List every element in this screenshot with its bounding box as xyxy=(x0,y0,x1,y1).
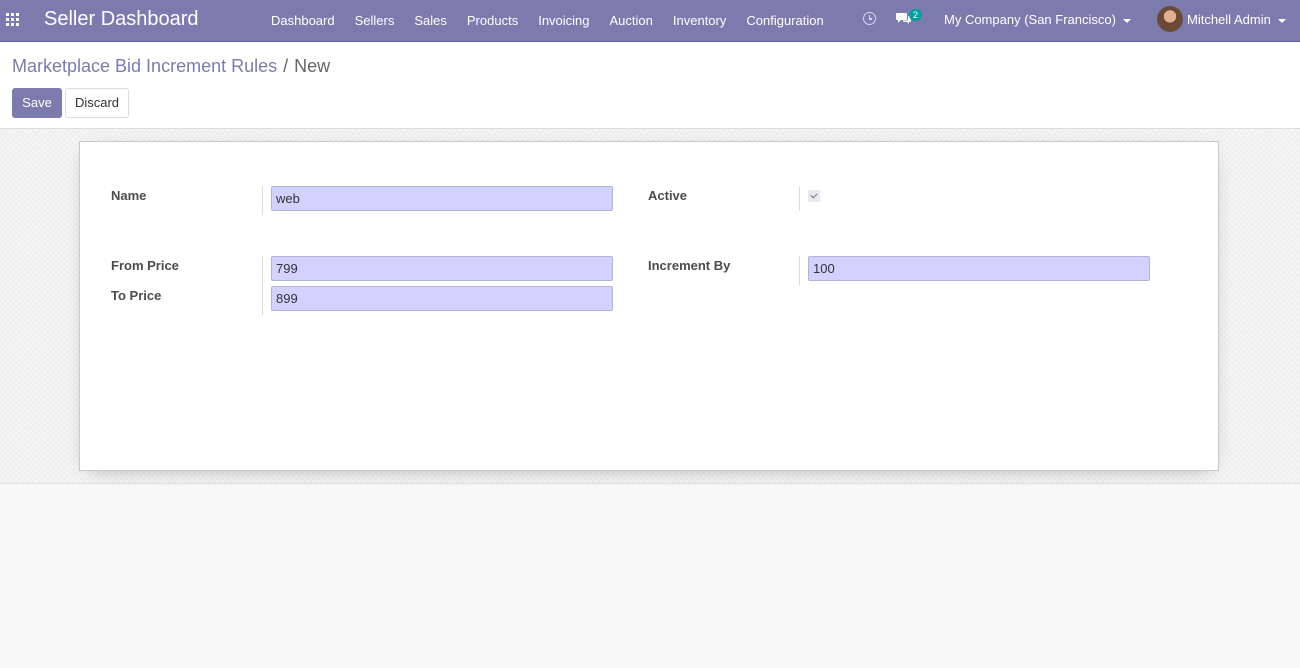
user-name: Mitchell Admin xyxy=(1187,12,1271,27)
breadcrumb-separator: / xyxy=(283,56,289,76)
save-button[interactable]: Save xyxy=(12,88,62,118)
menu-item-sales[interactable]: Sales xyxy=(404,0,457,42)
app-brand-title[interactable]: Seller Dashboard xyxy=(44,8,199,31)
breadcrumb-parent-link[interactable]: Marketplace Bid Increment Rules xyxy=(12,56,277,76)
avatar[interactable] xyxy=(1157,6,1183,32)
divider xyxy=(799,186,800,211)
to-price-label: To Price xyxy=(111,288,162,303)
chevron-down-icon xyxy=(1277,18,1286,23)
divider xyxy=(262,186,263,215)
menu-item-auction[interactable]: Auction xyxy=(600,0,663,42)
increment-by-label: Increment By xyxy=(648,258,731,273)
chevron-down-icon xyxy=(1122,18,1131,23)
to-price-field[interactable]: 899 xyxy=(271,286,613,311)
company-name: My Company (San Francisco) xyxy=(944,12,1116,27)
breadcrumb: Marketplace Bid Increment Rules / New xyxy=(12,56,330,77)
menu-item-inventory[interactable]: Inventory xyxy=(663,0,736,42)
breadcrumb-current: New xyxy=(294,56,331,76)
chat-count-badge: 2 xyxy=(909,9,923,21)
top-navbar: Seller Dashboard Dashboard Sellers Sales… xyxy=(0,0,1300,42)
discard-button[interactable]: Discard xyxy=(65,88,129,118)
active-label: Active xyxy=(648,188,688,203)
menu-item-dashboard[interactable]: Dashboard xyxy=(261,0,345,42)
from-price-label: From Price xyxy=(111,258,179,273)
divider xyxy=(799,256,800,286)
name-field[interactable]: web xyxy=(271,186,613,211)
control-panel: Marketplace Bid Increment Rules / New Save… xyxy=(0,42,1300,129)
menu-item-invoicing[interactable]: Invoicing xyxy=(528,0,599,42)
menu-item-sellers[interactable]: Sellers xyxy=(345,0,405,42)
user-menu[interactable]: Mitchell Admin xyxy=(1187,0,1286,40)
menu-item-products[interactable]: Products xyxy=(457,0,528,42)
activity-clock-icon[interactable] xyxy=(863,12,876,25)
from-price-field[interactable]: 799 xyxy=(271,256,613,281)
company-switcher[interactable]: My Company (San Francisco) xyxy=(944,0,1131,40)
menu-item-configuration[interactable]: Configuration xyxy=(736,0,833,42)
divider xyxy=(262,256,263,315)
increment-by-field[interactable]: 100 xyxy=(808,256,1150,281)
name-label: Name xyxy=(111,188,147,203)
apps-menu-icon[interactable] xyxy=(6,13,19,26)
active-checkbox[interactable] xyxy=(808,190,820,202)
main-menu: Dashboard Sellers Sales Products Invoici… xyxy=(261,0,834,42)
